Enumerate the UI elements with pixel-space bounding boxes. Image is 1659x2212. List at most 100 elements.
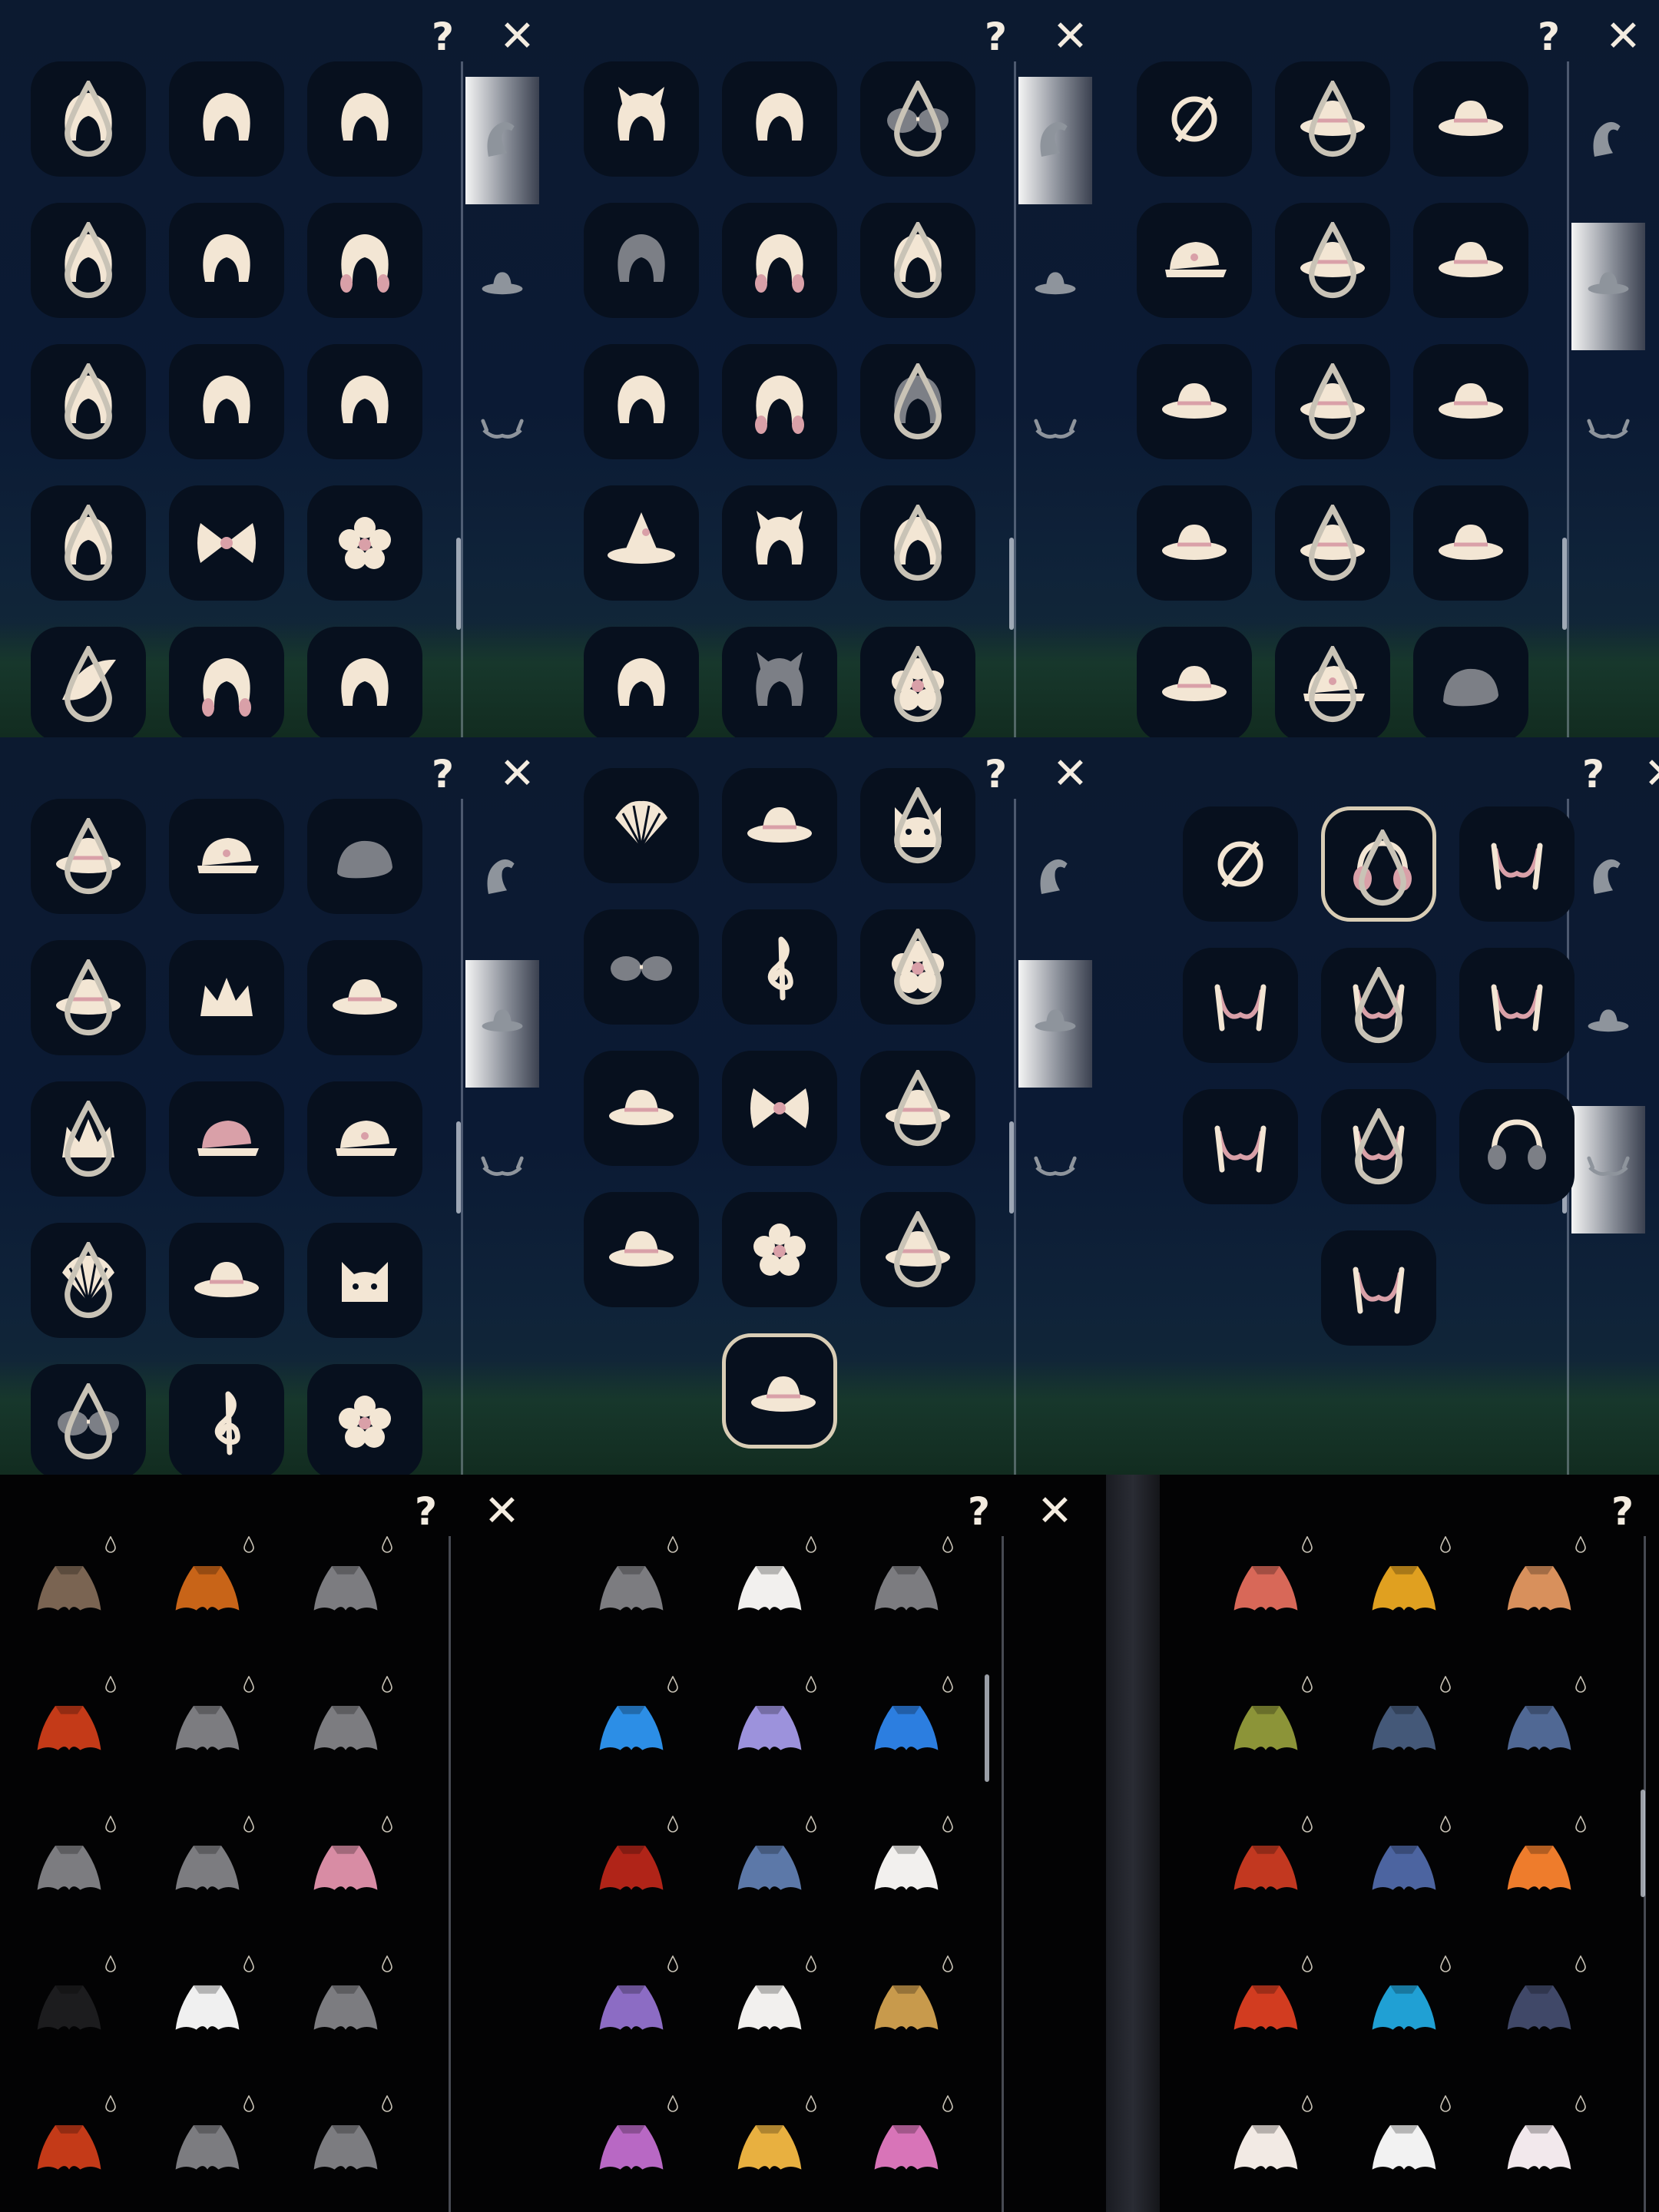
item-slot-sun-hat-bow[interactable] xyxy=(1137,627,1252,737)
item-slot-braided-hair[interactable] xyxy=(169,61,284,177)
item-slot-sunglasses[interactable] xyxy=(31,1364,146,1475)
item-slot-flower-crown[interactable] xyxy=(169,940,284,1055)
close-button[interactable]: ✕ xyxy=(1605,14,1641,60)
tab-horns[interactable] xyxy=(1018,369,1092,496)
item-slot-pink-scarf-hair[interactable] xyxy=(307,203,422,318)
item-slot-spiky-headband-hair[interactable] xyxy=(31,344,146,459)
item-slot-space-bun-hair[interactable] xyxy=(860,203,975,318)
item-slot-moon-star-horns[interactable] xyxy=(1183,948,1298,1063)
item-slot-witch-hat[interactable] xyxy=(584,485,699,601)
scrollbar-thumb[interactable] xyxy=(985,1674,989,1782)
tab-hair[interactable] xyxy=(1018,77,1092,204)
cape-slot[interactable] xyxy=(292,1955,399,2063)
tab-horns[interactable] xyxy=(1571,1106,1645,1233)
item-slot-heart-hat[interactable] xyxy=(584,1192,699,1307)
cape-slot[interactable] xyxy=(853,1676,960,1783)
item-slot-feather-top-hat[interactable] xyxy=(1413,485,1528,601)
cape-slot[interactable] xyxy=(1212,1955,1320,2063)
cape-slot[interactable] xyxy=(154,1536,261,1644)
item-slot-pink-earring[interactable] xyxy=(1459,806,1575,922)
item-slot-antler-hat[interactable] xyxy=(307,940,422,1055)
tab-hat[interactable] xyxy=(1571,223,1645,350)
item-slot-flower-pin[interactable] xyxy=(860,909,975,1025)
item-slot-captain-cap[interactable] xyxy=(1275,627,1390,737)
item-slot-bow-headband[interactable] xyxy=(722,1051,837,1166)
help-button[interactable]: ? xyxy=(415,1488,437,1535)
item-slot-fox-ear-hair[interactable] xyxy=(722,485,837,601)
item-slot-beanie-hair[interactable] xyxy=(584,627,699,737)
item-slot-bun-hair[interactable] xyxy=(722,61,837,177)
tab-hat[interactable] xyxy=(1571,960,1645,1088)
item-slot-pink-blob-hat[interactable] xyxy=(722,1333,837,1449)
item-slot-rock-hat[interactable] xyxy=(1413,627,1528,737)
item-slot-headphones-gray[interactable] xyxy=(1459,1089,1575,1204)
help-button[interactable]: ? xyxy=(432,751,454,797)
item-slot-bird-hat[interactable] xyxy=(584,1051,699,1166)
item-slot-tassel-horns[interactable] xyxy=(1459,948,1575,1063)
item-slot-petal-hat[interactable] xyxy=(1275,61,1390,177)
scrollbar-thumb[interactable] xyxy=(1641,1790,1645,1897)
cape-slot[interactable] xyxy=(578,1536,685,1644)
tab-hat[interactable] xyxy=(465,223,539,350)
item-slot-butterfly-hat[interactable] xyxy=(1275,203,1390,318)
cape-slot[interactable] xyxy=(1350,2095,1458,2203)
cape-slot[interactable] xyxy=(1485,1536,1593,1644)
item-slot-wavy-long-hair[interactable] xyxy=(860,485,975,601)
scrollbar-thumb[interactable] xyxy=(456,538,461,630)
help-button[interactable]: ? xyxy=(432,14,454,60)
cape-slot[interactable] xyxy=(853,2095,960,2203)
item-slot-apple-hat[interactable] xyxy=(31,940,146,1055)
item-slot-cat-ear-hair[interactable] xyxy=(584,61,699,177)
item-slot-bunny-bow-hair[interactable] xyxy=(169,485,284,601)
item-slot-bonnet-hat[interactable] xyxy=(169,1223,284,1338)
scrollbar-thumb[interactable] xyxy=(1009,538,1014,630)
help-button[interactable]: ? xyxy=(1582,751,1604,797)
tab-hair[interactable] xyxy=(1571,814,1645,942)
item-slot-short-bob-hair[interactable] xyxy=(169,344,284,459)
close-button[interactable]: ✕ xyxy=(499,14,535,60)
item-slot-messy-gray-hair[interactable] xyxy=(860,344,975,459)
close-button[interactable]: ✕ xyxy=(1644,751,1659,797)
cape-slot[interactable] xyxy=(292,1816,399,1923)
tab-hair[interactable] xyxy=(1571,77,1645,204)
item-slot-flower-cap[interactable] xyxy=(1137,203,1252,318)
item-slot-explorer-hat[interactable] xyxy=(1413,203,1528,318)
cape-slot[interactable] xyxy=(15,1676,123,1783)
cape-slot[interactable] xyxy=(1350,1536,1458,1644)
cape-slot[interactable] xyxy=(1485,1816,1593,1923)
cape-slot[interactable] xyxy=(154,1816,261,1923)
cape-slot[interactable] xyxy=(15,1955,123,2063)
cape-slot[interactable] xyxy=(1212,1676,1320,1783)
cape-slot[interactable] xyxy=(578,1816,685,1923)
item-slot-goggles-hat[interactable] xyxy=(1275,485,1390,601)
scrollbar-thumb[interactable] xyxy=(1562,538,1567,630)
item-slot-bow-hat[interactable] xyxy=(1137,485,1252,601)
item-slot-fisherman-hat[interactable] xyxy=(860,1192,975,1307)
item-slot-shell-hat[interactable] xyxy=(31,1223,146,1338)
item-slot-bonnet-hat[interactable] xyxy=(722,768,837,883)
item-slot-curly-long-hair[interactable] xyxy=(722,203,837,318)
item-slot-shell-hat[interactable] xyxy=(584,768,699,883)
scrollbar-thumb[interactable] xyxy=(456,1121,461,1214)
tab-horns[interactable] xyxy=(465,369,539,496)
cape-slot[interactable] xyxy=(15,2095,123,2203)
cape-slot[interactable] xyxy=(1212,1816,1320,1923)
item-slot-cowboy-hat[interactable] xyxy=(1275,344,1390,459)
item-slot-goggles-hair[interactable] xyxy=(860,61,975,177)
help-button[interactable]: ? xyxy=(985,751,1007,797)
cape-slot[interactable] xyxy=(1212,1536,1320,1644)
scrollbar-thumb[interactable] xyxy=(1009,1121,1014,1214)
item-slot-paper-boat-hat[interactable] xyxy=(1413,344,1528,459)
item-slot-headphones-pink[interactable] xyxy=(1321,806,1436,922)
item-slot-headband-hair[interactable] xyxy=(31,203,146,318)
item-slot-none[interactable] xyxy=(1137,61,1252,177)
cape-slot[interactable] xyxy=(154,1955,261,2063)
item-slot-sun-hat-bow[interactable] xyxy=(31,799,146,914)
item-slot-round-bob-hair[interactable] xyxy=(307,627,422,737)
cape-slot[interactable] xyxy=(1485,1955,1593,2063)
item-slot-flower-pin-hair[interactable] xyxy=(307,485,422,601)
item-slot-treble-clef-pin[interactable] xyxy=(169,1364,284,1475)
item-slot-fang-horns[interactable] xyxy=(1321,948,1436,1063)
item-slot-bob-hair[interactable] xyxy=(307,61,422,177)
item-slot-cat-hat[interactable] xyxy=(307,1223,422,1338)
